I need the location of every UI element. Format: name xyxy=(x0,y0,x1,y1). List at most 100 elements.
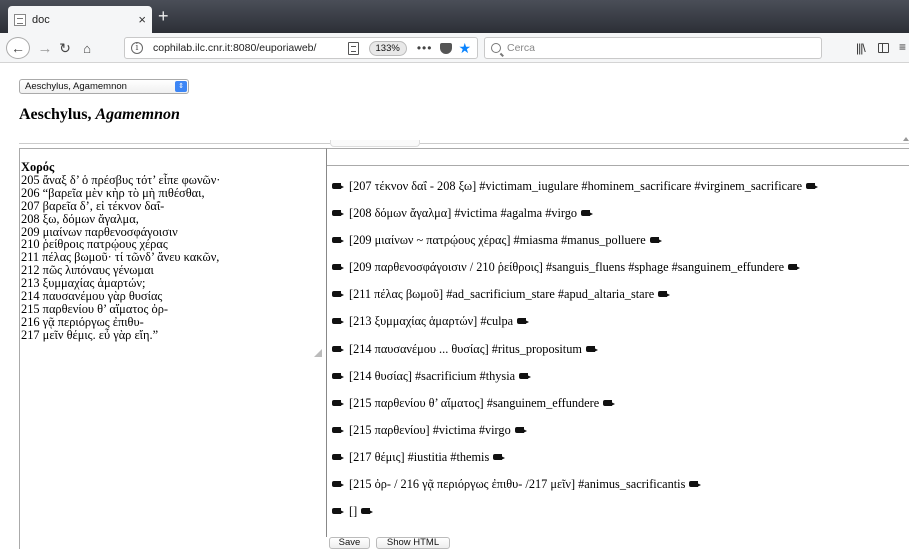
menu-icon[interactable]: ≡ xyxy=(899,40,906,54)
search-placeholder[interactable]: Cerca xyxy=(507,42,535,54)
greek-text: Χορός 205 ἄναξ δ’ ὁ πρέσβυς τότ’ εἶπε φω… xyxy=(21,161,220,342)
address-bar[interactable]: i cophilab.ilc.cnr.it:8080/euporiaweb/ 1… xyxy=(124,37,478,59)
annotation-text: [214 θυσίας] #sacrificium #thysia xyxy=(349,368,516,383)
page-title: Aeschylus, Agamemnon xyxy=(19,106,180,124)
tab-title: doc xyxy=(32,13,50,26)
annotation-text: [209 μιαίνων ~ πατρῴους χέρας] #miasma #… xyxy=(349,233,646,248)
pointing-hand-icon xyxy=(493,453,506,461)
forward-icon[interactable]: → xyxy=(36,37,54,59)
annotation-row[interactable]: [214 παυσανέμου ... θυσίας] #ritus_propo… xyxy=(332,342,818,369)
text-line: 206 “βαρεῖα μὲν κὴρ τὸ μὴ πιθέσθαι, xyxy=(21,185,205,200)
annotation-panel: [207 τέκνον δαΐ - 208 ξω] #victimam_iugu… xyxy=(326,148,909,537)
panel-tab[interactable] xyxy=(330,140,420,147)
new-tab-button[interactable]: + xyxy=(158,7,169,25)
url-text[interactable]: cophilab.ilc.cnr.it:8080/euporiaweb/ xyxy=(153,42,348,54)
page-title-work: Agamemnon xyxy=(95,106,180,123)
annotation-row[interactable]: [209 παρθενοσφάγοισιν / 210 ῥείθροις] #s… xyxy=(332,260,818,287)
text-line: 208 ξω, δόμων ἄγαλμα, xyxy=(21,211,139,226)
pointing-hand-icon xyxy=(581,209,594,217)
pointing-hand-icon xyxy=(332,453,344,461)
tab-bar: doc × + xyxy=(0,0,909,33)
pointing-hand-icon xyxy=(788,263,801,271)
text-panel: Χορός 205 ἄναξ δ’ ὁ πρέσβυς τότ’ εἶπε φω… xyxy=(19,148,326,549)
annotation-row[interactable]: [211 πέλας βωμοῦ] #ad_sacrificium_stare … xyxy=(332,287,818,314)
search-bar[interactable]: Cerca xyxy=(484,37,822,59)
annotation-text: [215 ὀρ- / 216 γᾷ περιόργως ἐπιθυ- /217 … xyxy=(349,477,686,492)
pointing-hand-icon xyxy=(332,345,344,353)
select-arrows-icon[interactable]: ⇕ xyxy=(175,81,187,92)
pointing-hand-icon xyxy=(649,236,662,244)
annotation-row[interactable]: [207 τέκνον δαΐ - 208 ξω] #victimam_iugu… xyxy=(332,179,819,206)
annotation-text: [209 παρθενοσφάγοισιν / 210 ῥείθροις] #s… xyxy=(349,260,785,275)
annotation-text: [211 πέλας βωμοῦ] #ad_sacrificium_stare … xyxy=(349,287,655,302)
pointing-hand-icon xyxy=(585,345,598,353)
pointing-hand-icon xyxy=(806,182,819,190)
pointing-hand-icon xyxy=(519,372,532,380)
zoom-level-badge[interactable]: 133% xyxy=(368,40,407,56)
annotation-text: [207 τέκνον δαΐ - 208 ξω] #victimam_iugu… xyxy=(349,179,803,193)
info-icon[interactable]: i xyxy=(131,42,143,54)
pointing-hand-icon xyxy=(332,372,344,380)
annotation-row[interactable]: [215 ὀρ- / 216 γᾷ περιόργως ἐπιθυ- /217 … xyxy=(332,477,818,504)
reload-icon[interactable]: ↻ xyxy=(56,37,74,59)
annotation-row[interactable]: [213 ξυμμαχίας ἁμαρτών] #culpa xyxy=(332,314,818,341)
pointing-hand-icon xyxy=(332,263,344,271)
annotation-text: [215 παρθενίου] #victima #virgo xyxy=(349,422,511,437)
reader-view-icon[interactable] xyxy=(347,41,359,55)
sidebar-icon[interactable] xyxy=(878,43,889,53)
save-button[interactable]: Save xyxy=(329,537,370,549)
divider xyxy=(327,165,909,166)
page-title-author: Aeschylus, xyxy=(19,106,92,123)
divider xyxy=(19,143,909,144)
annotation-row[interactable]: [215 παρθενίου θ’ αἵματος] #sanguinem_ef… xyxy=(332,396,818,423)
text-line: 215 παρθενίου θ’ αἵματος ὀρ- xyxy=(21,301,168,316)
work-select[interactable]: Aeschylus, Agamemnon ⇕ xyxy=(19,79,189,94)
pointing-hand-icon xyxy=(332,399,344,407)
annotation-row[interactable]: [214 θυσίας] #sacrificium #thysia xyxy=(332,369,818,396)
speaker-name: Χορός xyxy=(21,160,55,174)
pointing-hand-icon xyxy=(332,236,344,244)
pointing-hand-icon xyxy=(332,480,344,488)
home-icon[interactable]: ⌂ xyxy=(78,37,96,59)
annotation-text: [208 δόμων ἄγαλμα] #victima #agalma #vir… xyxy=(349,206,578,221)
text-line: 205 ἄναξ δ’ ὁ πρέσβυς τότ’ εἶπε φωνῶν· xyxy=(21,172,221,187)
close-tab-icon[interactable]: × xyxy=(138,12,146,27)
work-select-value: Aeschylus, Agamemnon xyxy=(25,81,127,92)
pointing-hand-icon xyxy=(332,209,344,217)
text-line: 217 μεῖν θέμις. εὖ γὰρ εἴη.” xyxy=(21,327,159,342)
library-icon[interactable]: |||\ xyxy=(856,41,866,55)
page-actions-button[interactable]: ••• xyxy=(417,41,433,55)
pointing-hand-icon xyxy=(332,182,344,190)
annotation-text: [] xyxy=(349,504,358,519)
annotation-row[interactable]: [] xyxy=(332,504,818,531)
pointing-hand-icon xyxy=(332,317,344,325)
text-line: 216 γᾷ περιόργως ἐπιθυ- xyxy=(21,314,144,329)
annotation-text: [213 ξυμμαχίας ἁμαρτών] #culpa xyxy=(349,314,514,329)
pointing-hand-icon xyxy=(658,290,671,298)
annotation-row[interactable]: [208 δόμων ἄγαλμα] #victima #agalma #vir… xyxy=(332,206,818,233)
resize-handle[interactable] xyxy=(312,347,322,357)
text-line: 207 βαρεῖα δ’, εἰ τέκνον δαΐ- xyxy=(21,198,165,213)
annotation-text: [215 παρθενίου θ’ αἵματος] #sanguinem_ef… xyxy=(349,395,600,410)
pointing-hand-icon xyxy=(517,317,530,325)
pointing-hand-icon xyxy=(332,507,344,515)
pocket-icon[interactable] xyxy=(440,42,453,54)
pointing-hand-icon xyxy=(332,426,344,434)
pointing-hand-icon xyxy=(361,507,374,515)
navigation-toolbar: ← → ↻ ⌂ i cophilab.ilc.cnr.it:8080/eupor… xyxy=(0,33,909,63)
scroll-up-icon[interactable] xyxy=(903,137,909,143)
document-favicon-icon xyxy=(14,13,26,26)
pointing-hand-icon xyxy=(514,426,527,434)
search-icon xyxy=(491,43,501,53)
annotation-text: [217 θέμις] #iustitia #themis xyxy=(349,449,490,464)
pointing-hand-icon xyxy=(689,480,702,488)
show-html-button[interactable]: Show HTML xyxy=(376,537,450,549)
back-icon[interactable]: ← xyxy=(6,37,30,59)
annotation-row[interactable]: [215 παρθενίου] #victima #virgo xyxy=(332,423,818,450)
pointing-hand-icon xyxy=(332,290,344,298)
annotation-list: [207 τέκνον δαΐ - 208 ξω] #victimam_iugu… xyxy=(332,179,819,531)
bookmark-star-icon[interactable]: ★ xyxy=(458,40,471,57)
annotation-row[interactable]: [217 θέμις] #iustitia #themis xyxy=(332,450,818,477)
browser-tab[interactable]: doc × xyxy=(8,6,152,33)
annotation-row[interactable]: [209 μιαίνων ~ πατρῴους χέρας] #miasma #… xyxy=(332,233,818,260)
